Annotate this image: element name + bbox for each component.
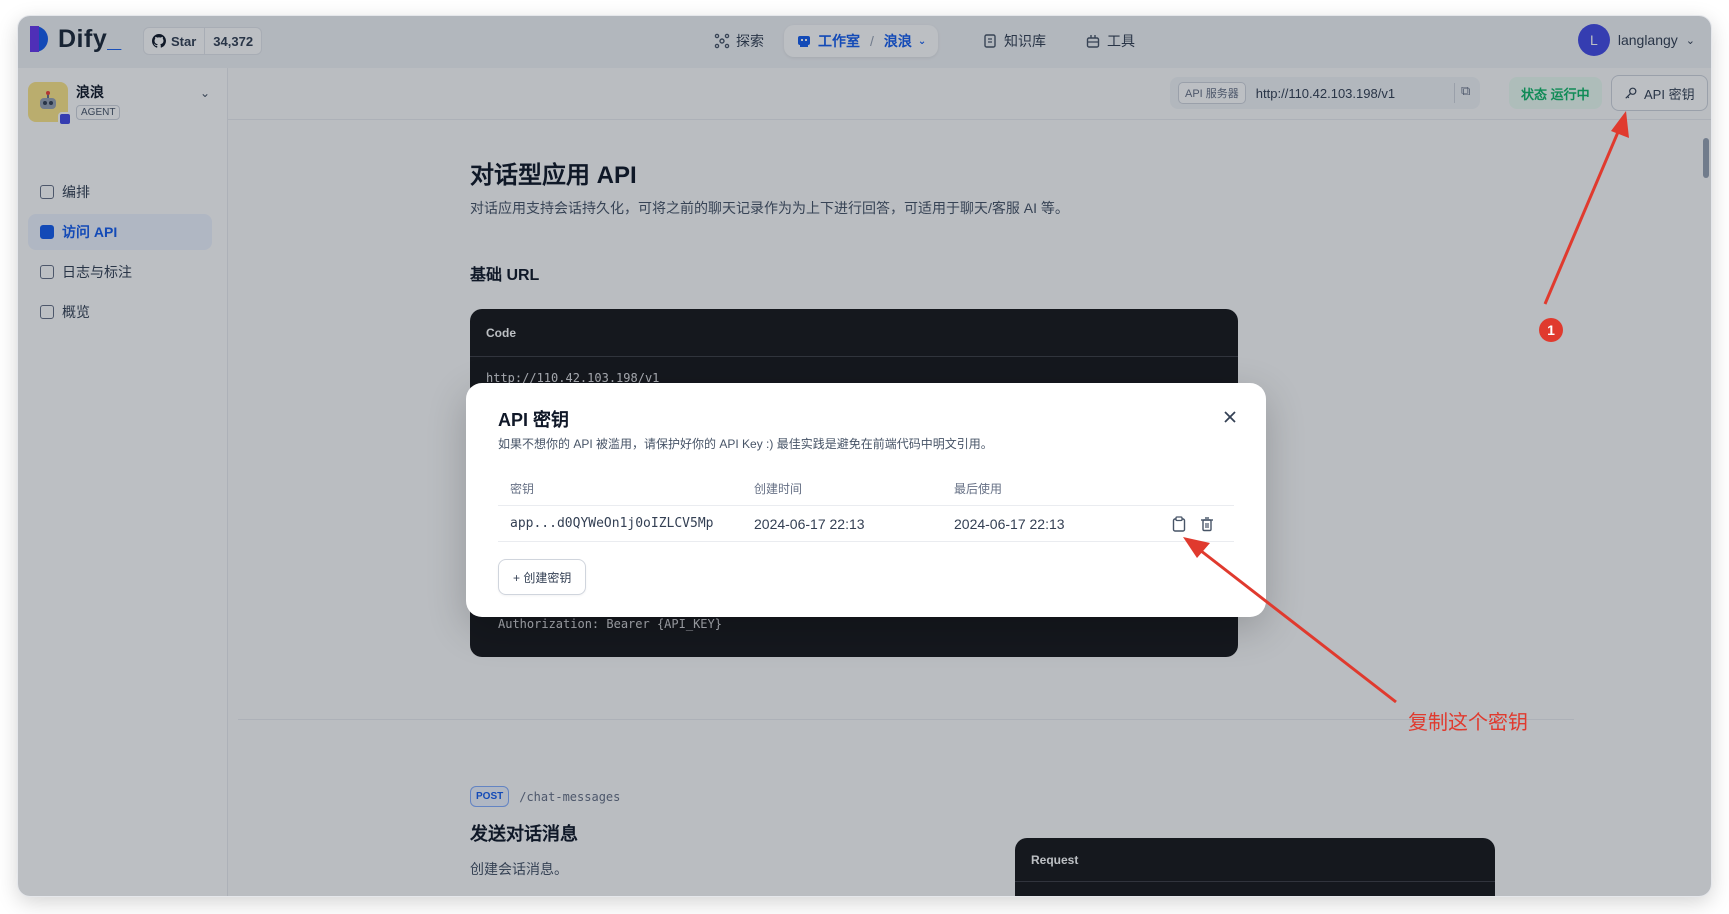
last-used-time: 2024-06-17 22:13 — [954, 515, 1065, 532]
api-key-modal: API 密钥 如果不想你的 API 被滥用，请保护好你的 API Key :) … — [466, 383, 1266, 617]
trash-icon[interactable] — [1198, 515, 1216, 533]
created-time: 2024-06-17 22:13 — [754, 515, 865, 532]
column-header: 最后使用 — [954, 481, 1003, 496]
api-key-value: app...d0QYWeOn1j0oIZLCV5Mp — [510, 516, 714, 531]
api-key-table: 密钥 创建时间 最后使用 app...d0QYWeOn1j0oIZLCV5Mp … — [498, 471, 1234, 542]
table-header: 密钥 创建时间 最后使用 — [498, 471, 1234, 506]
close-icon[interactable] — [1218, 405, 1242, 429]
create-key-button[interactable]: + 创建密钥 — [498, 559, 587, 595]
modal-description: 如果不想你的 API 被滥用，请保护好你的 API Key :) 最佳实践是避免… — [498, 437, 993, 451]
annotation-step-badge: 1 — [1539, 318, 1563, 342]
app-window: Dify_ Star 34,372 探索 工作室 / 浪浪 ⌄ 知识库 工具 L… — [18, 16, 1711, 896]
column-header: 创建时间 — [754, 481, 803, 496]
annotation-note: 复制这个密钥 — [1408, 712, 1528, 734]
column-header: 密钥 — [510, 481, 535, 496]
copy-icon[interactable] — [1170, 515, 1188, 533]
table-row: app...d0QYWeOn1j0oIZLCV5Mp 2024-06-17 22… — [498, 506, 1234, 542]
modal-title: API 密钥 — [498, 410, 570, 430]
